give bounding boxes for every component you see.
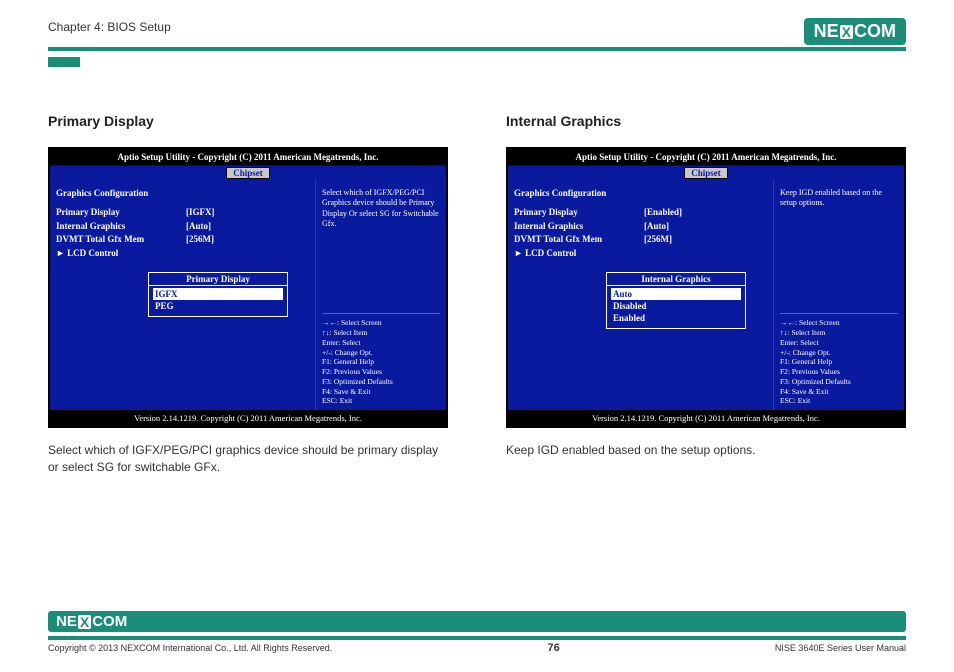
config-heading: Graphics Configuration (514, 188, 767, 198)
bios-left-pane: Graphics Configuration Primary Display[I… (50, 180, 316, 410)
bios-footer: Version 2.14.1219. Copyright (C) 2011 Am… (50, 410, 446, 426)
bios-body: Graphics Configuration Primary Display[I… (50, 180, 446, 410)
popup-option[interactable]: IGFX (153, 288, 283, 300)
page-header: Chapter 4: BIOS Setup NE X COM (48, 18, 906, 51)
bios-tab-chipset[interactable]: Chipset (684, 167, 728, 179)
key-hint: F2: Previous Values (780, 367, 898, 377)
key-hint: ESC: Exit (780, 396, 898, 406)
popup-options: Auto Disabled Enabled (607, 286, 745, 328)
key-hint: →←: Select Screen (780, 318, 898, 328)
key-hint: F1: General Help (780, 357, 898, 367)
key-hint: F4: Save & Exit (322, 387, 440, 397)
content-columns: Primary Display Aptio Setup Utility - Co… (48, 113, 906, 476)
key-hint: ESC: Exit (322, 396, 440, 406)
key-hint: Enter: Select (322, 338, 440, 348)
key-hint: F2: Previous Values (322, 367, 440, 377)
footer-brand-logo: NE X COM (48, 611, 906, 632)
brand-logo: NE X COM (804, 18, 906, 45)
key-hint: Enter: Select (780, 338, 898, 348)
popup-option[interactable]: Auto (611, 288, 741, 300)
manual-title: NISE 3640E Series User Manual (775, 643, 906, 653)
bios-popup: Primary Display IGFX PEG (148, 272, 288, 317)
bios-right-pane: Select which of IGFX/PEG/PCI Graphics de… (316, 180, 446, 410)
popup-option[interactable]: Disabled (611, 300, 741, 312)
key-hint: →←: Select Screen (322, 318, 440, 328)
bios-tabs: Chipset (508, 166, 904, 180)
bios-footer: Version 2.14.1219. Copyright (C) 2011 Am… (508, 410, 904, 426)
key-hint: +/-: Change Opt. (780, 348, 898, 358)
key-hint: ↑↓: Select Item (322, 328, 440, 338)
popup-title: Primary Display (149, 273, 287, 286)
bios-titlebar: Aptio Setup Utility - Copyright (C) 2011… (50, 149, 446, 166)
bios-screen: Aptio Setup Utility - Copyright (C) 2011… (48, 147, 448, 428)
config-row[interactable]: Primary Display[IGFX] (56, 206, 309, 220)
config-row[interactable]: Internal Graphics[Auto] (514, 220, 767, 234)
bios-titlebar: Aptio Setup Utility - Copyright (C) 2011… (508, 149, 904, 166)
bios-left-pane: Graphics Configuration Primary Display[E… (508, 180, 774, 410)
bios-keymap: →←: Select Screen ↑↓: Select Item Enter:… (780, 313, 898, 406)
config-row[interactable]: DVMT Total Gfx Mem[256M] (56, 233, 309, 247)
config-row[interactable]: ► LCD Control (56, 247, 309, 261)
section-title: Internal Graphics (506, 113, 906, 129)
bios-help-text: Select which of IGFX/PEG/PCI Graphics de… (322, 188, 440, 230)
config-row[interactable]: Internal Graphics[Auto] (56, 220, 309, 234)
section-description: Keep IGD enabled based on the setup opti… (506, 442, 906, 459)
bios-body: Graphics Configuration Primary Display[E… (508, 180, 904, 410)
popup-title: Internal Graphics (607, 273, 745, 286)
page-footer: NE X COM Copyright © 2013 NEXCOM Interna… (48, 613, 906, 654)
accent-tab (48, 57, 80, 67)
column-right: Internal Graphics Aptio Setup Utility - … (506, 113, 906, 476)
key-hint: ↑↓: Select Item (780, 328, 898, 338)
popup-option[interactable]: Enabled (611, 312, 741, 324)
key-hint: F3: Optimized Defaults (780, 377, 898, 387)
config-row[interactable]: Primary Display[Enabled] (514, 206, 767, 220)
bios-right-pane: Keep IGD enabled based on the setup opti… (774, 180, 904, 410)
key-hint: F1: General Help (322, 357, 440, 367)
bios-tabs: Chipset (50, 166, 446, 180)
bios-screen: Aptio Setup Utility - Copyright (C) 2011… (506, 147, 906, 428)
page-number: 76 (547, 642, 559, 654)
popup-option[interactable]: PEG (153, 300, 283, 312)
copyright-text: Copyright © 2013 NEXCOM International Co… (48, 643, 332, 653)
chapter-title: Chapter 4: BIOS Setup (48, 18, 171, 34)
bios-tab-chipset[interactable]: Chipset (226, 167, 270, 179)
key-hint: F3: Optimized Defaults (322, 377, 440, 387)
popup-options: IGFX PEG (149, 286, 287, 316)
key-hint: +/-: Change Opt. (322, 348, 440, 358)
config-row[interactable]: DVMT Total Gfx Mem[256M] (514, 233, 767, 247)
config-row[interactable]: ► LCD Control (514, 247, 767, 261)
section-description: Select which of IGFX/PEG/PCI graphics de… (48, 442, 448, 476)
bios-keymap: →←: Select Screen ↑↓: Select Item Enter:… (322, 313, 440, 406)
column-left: Primary Display Aptio Setup Utility - Co… (48, 113, 448, 476)
section-title: Primary Display (48, 113, 448, 129)
bios-help-text: Keep IGD enabled based on the setup opti… (780, 188, 898, 209)
config-heading: Graphics Configuration (56, 188, 309, 198)
key-hint: F4: Save & Exit (780, 387, 898, 397)
bios-popup: Internal Graphics Auto Disabled Enabled (606, 272, 746, 329)
